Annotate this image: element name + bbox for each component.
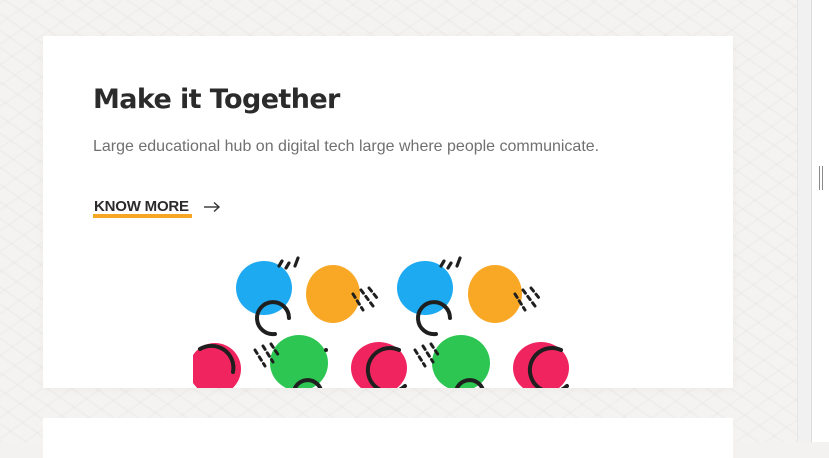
hero-card: Make it Together Large educational hub o…: [43, 36, 733, 388]
arrow-right-icon: [203, 201, 220, 212]
green-blob: [432, 335, 490, 388]
know-more-label: KNOW MORE: [93, 198, 192, 218]
card-title: Make it Together: [93, 84, 340, 115]
side-panel-edge: [811, 0, 829, 442]
resize-handle-icon[interactable]: [819, 166, 825, 190]
card-description: Large educational hub on digital tech la…: [93, 138, 600, 155]
know-more-link[interactable]: KNOW MORE: [93, 198, 221, 218]
scrollbar-track[interactable]: [797, 0, 811, 442]
colorful-blobs-illustration: [193, 256, 569, 388]
second-card: [43, 418, 733, 458]
green-blob: [270, 335, 328, 388]
